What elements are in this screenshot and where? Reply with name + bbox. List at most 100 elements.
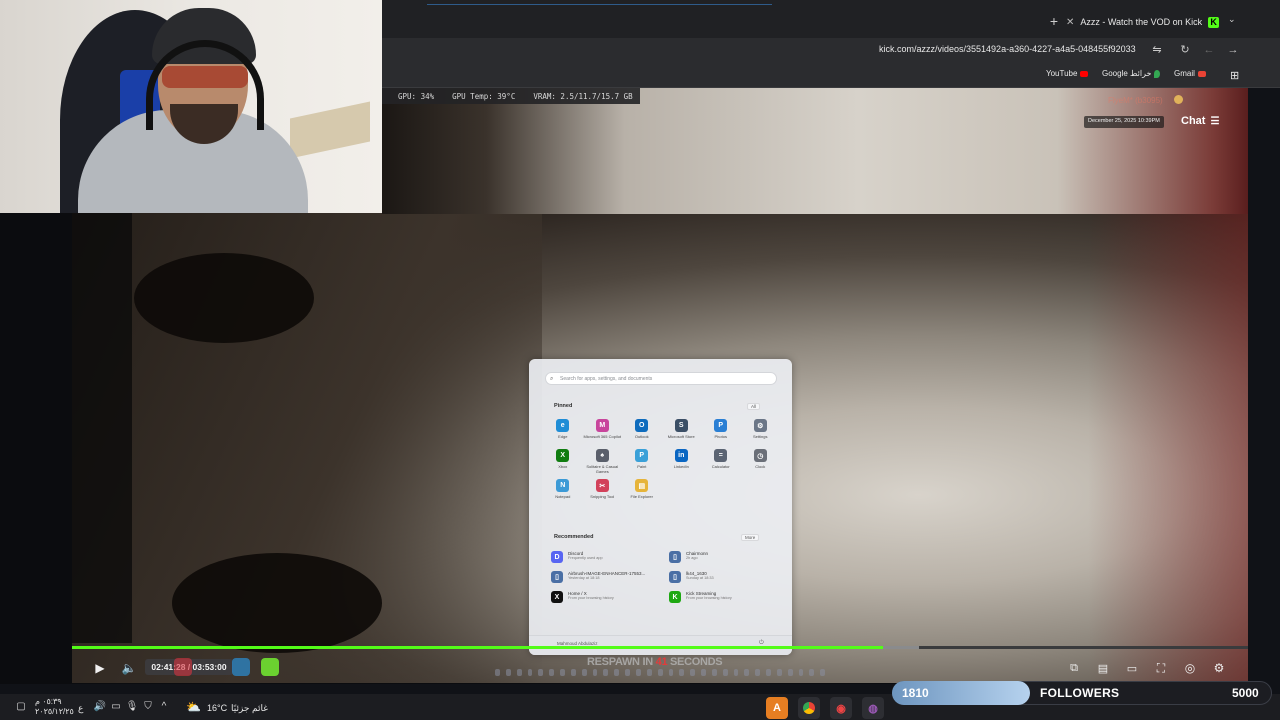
url-text[interactable]: kick.com/azzz/videos/3551492a-a360-4227-… [879,44,1136,54]
chat-label: Chat [1181,115,1206,127]
pinned-app: e Edge [543,419,583,444]
recommended-subtitle: Frequently used app [568,556,603,560]
pinned-app: X Xbox [543,449,583,474]
pinned-app-label: Microsoft Store [667,434,695,439]
address-bar[interactable]: kick.com/azzz/videos/3551492a-a360-4227-… [382,38,1280,62]
network-icon[interactable]: ▭ [109,700,123,714]
speaker-icon[interactable]: 🔊 [93,700,107,714]
app-icon-a[interactable]: A [766,697,788,719]
hardware-monitor: GPU: 34% GPU Temp: 39°C VRAM: 2.5/11.7/1… [382,88,640,104]
security-icon[interactable]: ⛉ [141,700,155,714]
fullscreen-icon: ⛶ [1156,660,1166,675]
buffered-range [883,646,919,649]
fullscreen-button[interactable]: ⛶ [1153,659,1169,677]
weather-icon[interactable]: ⛅ [186,700,201,714]
pinned-app: ⚙ Settings [741,419,781,444]
tab-search-button[interactable]: ⌄ [1228,14,1242,28]
pinned-app-label: Paint [637,464,647,469]
file-explorer-icon: ▤ [635,479,649,492]
linkedin-icon: in [674,449,688,462]
pinned-app: ✂ Snipping Tool [583,479,623,504]
pinned-app-label: Xbox [558,464,568,469]
webcam-overlay [0,0,382,213]
image-file-icon: ▯ [551,571,563,583]
recommended-item: X Home / X From your browsing history [551,591,669,603]
theater-mode-button[interactable]: ▭ [1124,659,1140,677]
pinned-app: ♠ Solitaire & Casual Games [583,449,623,474]
weather-temp[interactable]: 16°C [207,703,227,713]
clip-button[interactable]: ▤ [1095,659,1111,677]
more-button: More [741,534,760,541]
pinned-app: = Calculator [701,449,741,474]
volume-button[interactable]: 🔈 [120,659,138,677]
chevron-up-icon[interactable]: ^ [157,700,171,714]
app-icon-purple[interactable]: ◍ [862,697,884,719]
pinned-app: P Photos [701,419,741,444]
play-icon: ▶ [95,661,105,675]
close-tab-icon[interactable]: ✕ [1066,17,1074,28]
photos-icon: P [714,419,728,432]
notepad-icon: N [556,479,570,492]
pinned-app: P Paint [622,449,662,474]
recommended-subtitle: Sunday at 18:33 [686,576,714,580]
pinned-app-label: Snipping Tool [590,494,615,499]
plus-icon: + [1049,13,1059,29]
opera-icon[interactable]: ◉ [830,697,852,719]
pinned-app: N Notepad [543,479,583,504]
chevron-down-icon: ⌄ [1228,14,1236,24]
store-icon: S [674,419,688,432]
search-icon: ⌕ [550,376,554,382]
start-search: ⌕ Search for apps, settings, and documen… [545,372,777,385]
pinned-app: ▤ File Explorer [622,479,662,504]
microphone-icon[interactable]: 🎙 [125,700,139,714]
gear-icon: ⚙ [1213,661,1225,675]
clock-date[interactable]: ٢٠٢٥/١٢/٢٥ [35,707,74,716]
stream-overlay-icon [174,658,192,676]
pinned-app-label: Edge [558,434,568,439]
edge-icon: e [556,419,570,432]
document-icon: ▯ [669,551,681,563]
recommended-items: D Discord Frequently used app ▯ Chairmonn 2h … [551,551,771,603]
bookmark-google-maps[interactable]: Google خرائط [1102,69,1161,78]
bookmark-youtube[interactable]: YouTube [1046,69,1089,78]
pinned-app-label: Settings [753,434,768,439]
pinned-app-label: LinkedIn [673,464,689,469]
damage-vignette [1088,213,1248,683]
pinned-app-label: Clock [755,464,766,469]
snipping-tool-icon: ✂ [595,479,609,492]
volume-icon: 🔈 [121,661,137,675]
youtube-icon [1080,70,1089,77]
site-settings-icon[interactable]: ⇋ [1150,43,1164,57]
weather-desc[interactable]: غائم جزئيًا [231,703,268,714]
input-language[interactable]: ع [78,703,83,714]
pinned-app: ◷ Clock [741,449,781,474]
new-tab-button[interactable]: + [1046,13,1062,29]
maps-icon [1154,69,1161,78]
tab-active[interactable]: ✕ Azzz - Watch the VOD on Kick K [1066,10,1224,34]
gmail-icon [1197,70,1206,77]
chrome-icon[interactable] [798,697,820,719]
apps-grid-icon[interactable]: ⊞ [1230,69,1239,82]
bookmarks-bar: YouTube Google خرائط Gmail ⊞ [382,62,1280,88]
kick-favicon: K [1208,16,1220,28]
playback-speed-button[interactable]: ◎ [1182,659,1198,677]
gpu-usage: GPU: 34% [398,91,435,101]
settings-button[interactable]: ⚙ [1211,659,1227,677]
forward-icon[interactable]: → [1226,43,1240,57]
captured-taskbar [495,666,826,678]
seek-bar[interactable] [72,646,1248,649]
reload-icon[interactable]: ↻ [1178,43,1192,57]
bookmark-gmail[interactable]: Gmail [1174,69,1206,78]
clock-time[interactable]: ٠٥:٣٩ م [35,697,62,706]
play-button[interactable]: ▶ [91,659,109,677]
settings-icon: ⚙ [753,419,767,432]
video-frame-top [382,88,1248,214]
miniplayer-button[interactable]: ⧉ [1066,659,1082,677]
back-icon[interactable]: ← [1202,43,1216,57]
chat-toggle-button[interactable]: Chat ☰ [1181,112,1219,130]
clip-icon: ▤ [1097,662,1109,675]
paint-icon: P [635,449,649,462]
pinned-app-label: Microsoft 365 Copilot [583,434,622,439]
notifications-icon[interactable]: ▢ [14,700,28,714]
watermark-icon [1174,95,1183,104]
